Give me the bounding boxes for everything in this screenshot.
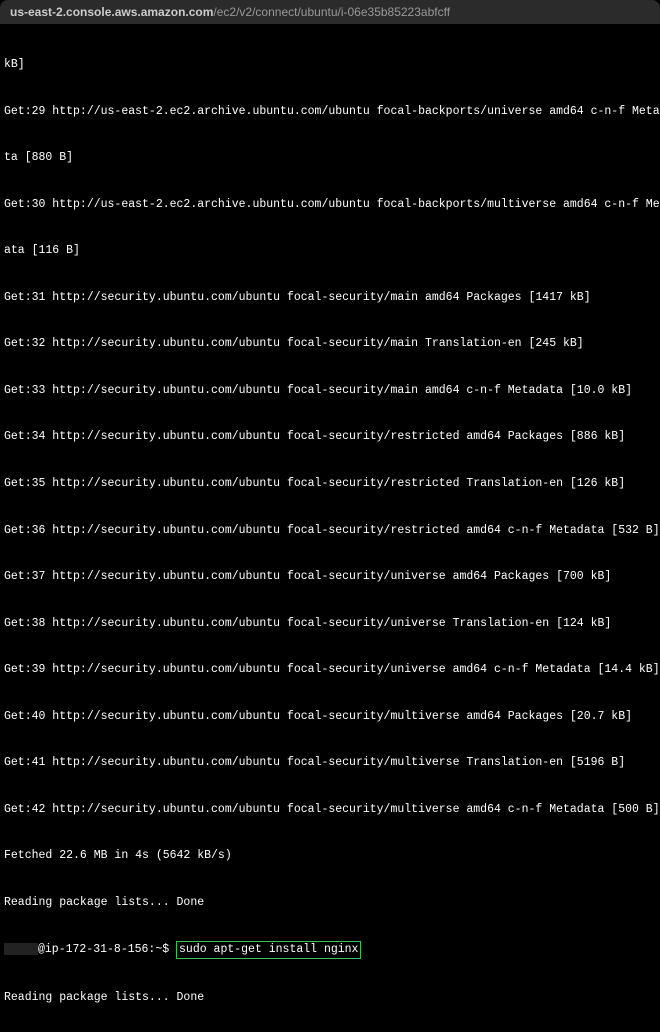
terminal-line: Get:42 http://security.ubuntu.com/ubuntu… — [4, 802, 656, 818]
terminal-line: Get:40 http://security.ubuntu.com/ubuntu… — [4, 709, 656, 725]
terminal-line: Get:34 http://security.ubuntu.com/ubuntu… — [4, 429, 656, 445]
window-titlebar: us-east-2.console.aws.amazon.com/ec2/v2/… — [0, 0, 660, 24]
terminal-line: Get:35 http://security.ubuntu.com/ubuntu… — [4, 476, 656, 492]
terminal-line: ata [116 B] — [4, 243, 656, 259]
terminal-line: Get:31 http://security.ubuntu.com/ubuntu… — [4, 290, 656, 306]
terminal-line: Get:39 http://security.ubuntu.com/ubuntu… — [4, 662, 656, 678]
terminal-line: kB] — [4, 57, 656, 73]
terminal-line: Fetched 22.6 MB in 4s (5642 kB/s) — [4, 848, 656, 864]
titlebar-path: /ec2/v2/connect/ubuntu/i-06e35b85223abfc… — [213, 4, 450, 20]
terminal-line: Get:38 http://security.ubuntu.com/ubuntu… — [4, 616, 656, 632]
terminal-line: Get:41 http://security.ubuntu.com/ubuntu… — [4, 755, 656, 771]
terminal-line: Reading package lists... Done — [4, 895, 656, 911]
terminal-line: Get:36 http://security.ubuntu.com/ubuntu… — [4, 523, 656, 539]
prompt-line: @ip-172-31-8-156:~$ sudo apt-get install… — [4, 941, 656, 959]
terminal-line: Get:29 http://us-east-2.ec2.archive.ubun… — [4, 104, 656, 120]
terminal-line: ta [880 B] — [4, 150, 656, 166]
prompt-host: @ip-172-31-8-156:~$ — [38, 943, 169, 956]
terminal-output[interactable]: kB] Get:29 http://us-east-2.ec2.archive.… — [0, 24, 660, 1032]
titlebar-host: us-east-2.console.aws.amazon.com — [10, 4, 213, 20]
redacted-user — [4, 943, 38, 955]
highlighted-command: sudo apt-get install nginx — [176, 941, 361, 959]
terminal-line: Get:37 http://security.ubuntu.com/ubuntu… — [4, 569, 656, 585]
terminal-line: Get:33 http://security.ubuntu.com/ubuntu… — [4, 383, 656, 399]
terminal-line: Reading package lists... Done — [4, 990, 656, 1006]
terminal-line: Get:30 http://us-east-2.ec2.archive.ubun… — [4, 197, 656, 213]
terminal-line: Get:32 http://security.ubuntu.com/ubuntu… — [4, 336, 656, 352]
